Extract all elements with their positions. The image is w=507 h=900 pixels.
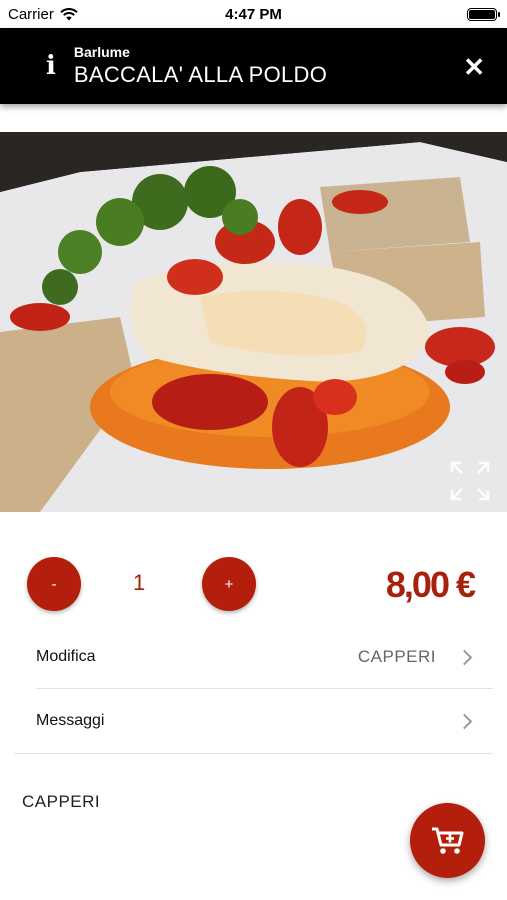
modify-row[interactable]: Modifica CAPPERI — [14, 625, 492, 689]
increase-quantity-button[interactable]: + — [202, 557, 256, 611]
battery-icon — [467, 7, 500, 21]
add-to-cart-icon — [431, 827, 463, 854]
selected-options-text: CAPPERI — [22, 792, 101, 811]
info-icon[interactable]: i — [46, 51, 56, 81]
expand-icon[interactable] — [449, 460, 491, 502]
messages-label: Messaggi — [36, 712, 105, 729]
price-label: 8,00 € — [385, 564, 476, 605]
chevron-right-icon — [456, 649, 473, 665]
messages-row[interactable]: Messaggi — [14, 689, 492, 753]
restaurant-name: Barlume — [73, 44, 130, 60]
modify-value: CAPPERI — [357, 647, 436, 666]
dish-illustration — [0, 132, 507, 512]
page-title: BACCALA' ALLA POLDO — [73, 62, 328, 87]
chevron-right-icon — [456, 713, 473, 729]
quantity-value: 1 — [133, 570, 146, 595]
status-time: 4:47 PM — [225, 5, 282, 23]
decrease-quantity-button[interactable]: - — [27, 557, 81, 611]
divider — [14, 753, 493, 754]
status-bar: Carrier 4:47 PM — [0, 0, 507, 28]
quantity-row: - 1 + 8,00 € — [0, 557, 507, 613]
header-bar: i Barlume BACCALA' ALLA POLDO ✕ — [0, 28, 507, 104]
modify-label: Modifica — [36, 648, 96, 665]
header-text: Barlume BACCALA' ALLA POLDO — [74, 44, 327, 88]
close-icon[interactable]: ✕ — [463, 52, 485, 83]
add-to-cart-button[interactable] — [410, 803, 485, 878]
dish-photo — [0, 132, 507, 512]
